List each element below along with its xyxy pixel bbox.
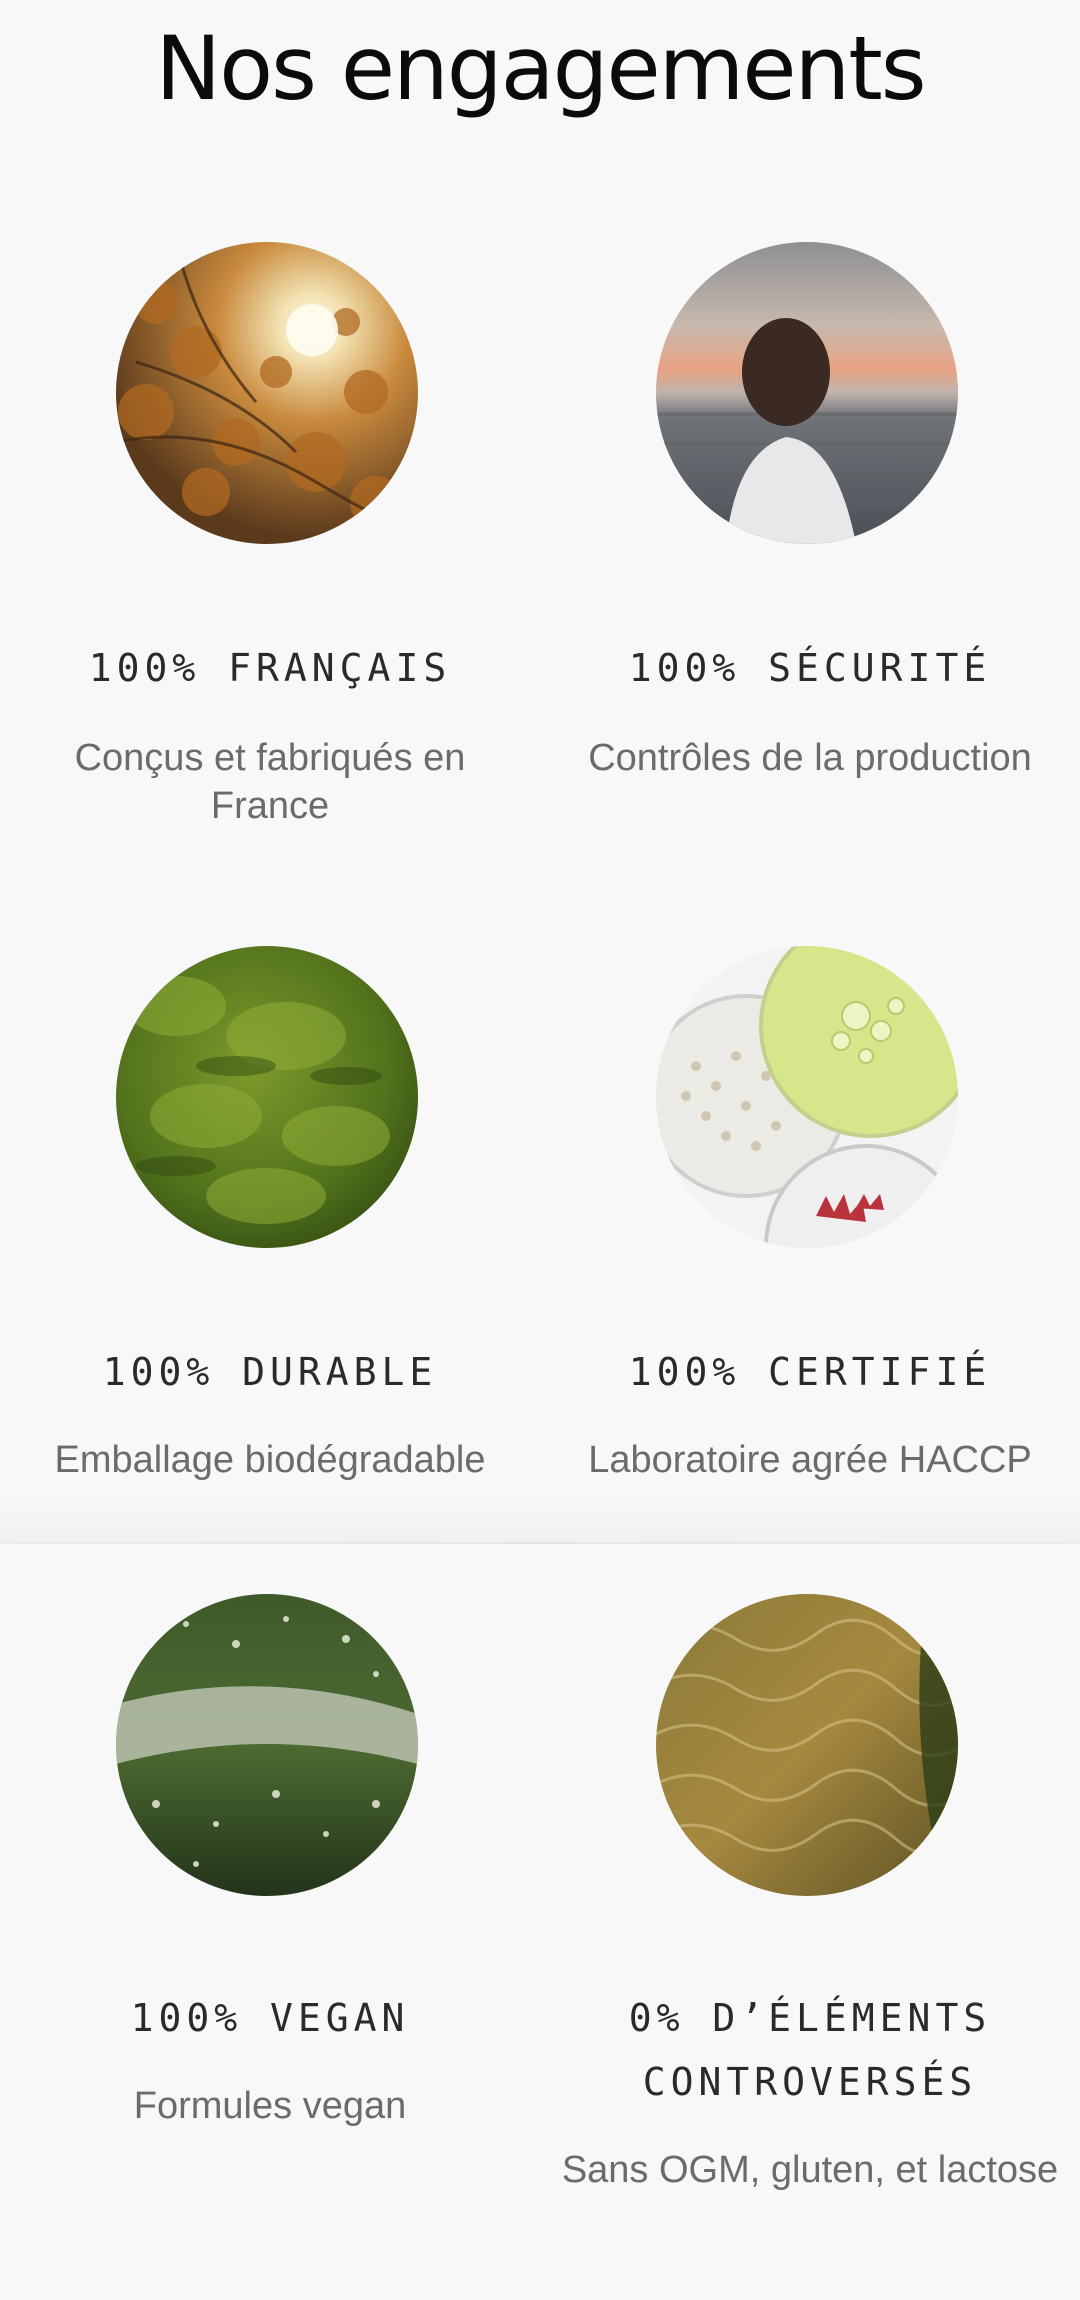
engagement-label: 100% VEGAN — [130, 1996, 410, 2040]
section-divider — [0, 1542, 1080, 1544]
engagement-label: 100% SÉCURITÉ — [628, 646, 992, 690]
autumn-tree-sunlight-image — [116, 242, 418, 544]
engagement-label: 100% FRANÇAIS — [88, 646, 452, 690]
engagement-description: Conçus et fabriqués en France — [74, 737, 466, 827]
engagement-description: Sans OGM, gluten, et lactose — [561, 2149, 1059, 2191]
engagement-description: Laboratoire agrée HACCP — [588, 1439, 1032, 1481]
green-foliage-image — [116, 1594, 418, 1896]
person-by-the-sea-image — [656, 242, 958, 544]
engagement-label: 100% DURABLE — [102, 1350, 438, 1394]
engagement-description: Contrôles de la production — [588, 737, 1032, 779]
engagement-label: 0% D’ÉLÉMENTS CONTROVERSÉS — [540, 1986, 1080, 2114]
engagement-label-line1: 0% D’ÉLÉMENTS — [628, 1996, 992, 2040]
page-title: Nos engagements — [155, 17, 926, 120]
engagement-description: Formules vegan — [133, 2085, 407, 2127]
petri-dishes-image — [656, 946, 958, 1248]
engagement-label-line2: CONTROVERSÉS — [642, 2060, 978, 2104]
engagement-description: Emballage biodégradable — [54, 1439, 486, 1481]
section-fold-shadow — [0, 1490, 1080, 1544]
green-moss-image — [116, 946, 418, 1248]
water-ripples-image — [656, 1594, 958, 1896]
engagement-label: 100% CERTIFIÉ — [628, 1350, 992, 1394]
